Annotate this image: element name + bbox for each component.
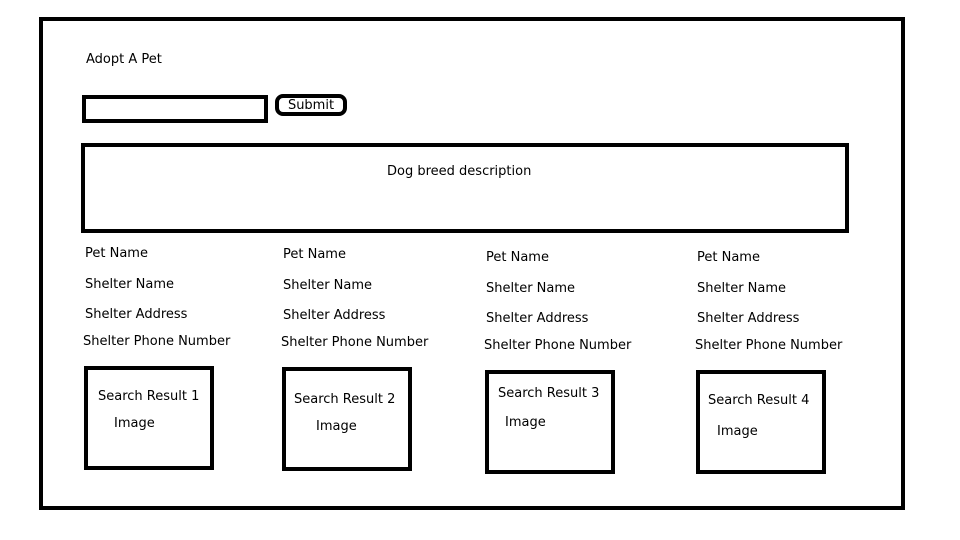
search-result-image[interactable]: Search Result 1 Image <box>84 366 214 470</box>
search-input[interactable] <box>82 95 268 123</box>
shelter-address-label: Shelter Address <box>486 311 589 326</box>
image-placeholder-label: Image <box>717 424 758 439</box>
shelter-address-label: Shelter Address <box>85 307 188 322</box>
shelter-phone-label: Shelter Phone Number <box>281 335 429 350</box>
shelter-name-label: Shelter Name <box>697 281 787 296</box>
image-placeholder-label: Image <box>114 416 155 431</box>
pet-name-label: Pet Name <box>283 247 346 262</box>
shelter-name-label: Shelter Name <box>85 277 175 292</box>
shelter-phone-label: Shelter Phone Number <box>484 338 632 353</box>
breed-description-text: Dog breed description <box>387 164 532 179</box>
pet-name-label: Pet Name <box>486 250 549 265</box>
search-result-title: Search Result 2 <box>294 392 396 407</box>
search-result-image[interactable]: Search Result 2 Image <box>282 367 412 471</box>
shelter-name-label: Shelter Name <box>486 281 576 296</box>
shelter-phone-label: Shelter Phone Number <box>83 334 231 349</box>
search-result-title: Search Result 4 <box>708 393 810 408</box>
shelter-address-label: Shelter Address <box>697 311 800 326</box>
search-result-title: Search Result 1 <box>98 389 200 404</box>
page-title: Adopt A Pet <box>86 52 162 67</box>
search-result-title: Search Result 3 <box>498 386 600 401</box>
search-result-image[interactable]: Search Result 4 Image <box>696 370 826 474</box>
shelter-address-label: Shelter Address <box>283 308 386 323</box>
pet-name-label: Pet Name <box>85 246 148 261</box>
submit-button[interactable]: Submit <box>275 94 347 116</box>
image-placeholder-label: Image <box>316 419 357 434</box>
search-result-image[interactable]: Search Result 3 Image <box>485 370 615 474</box>
image-placeholder-label: Image <box>505 415 546 430</box>
shelter-name-label: Shelter Name <box>283 278 373 293</box>
pet-name-label: Pet Name <box>697 250 760 265</box>
shelter-phone-label: Shelter Phone Number <box>695 338 843 353</box>
breed-description-panel <box>81 143 849 233</box>
